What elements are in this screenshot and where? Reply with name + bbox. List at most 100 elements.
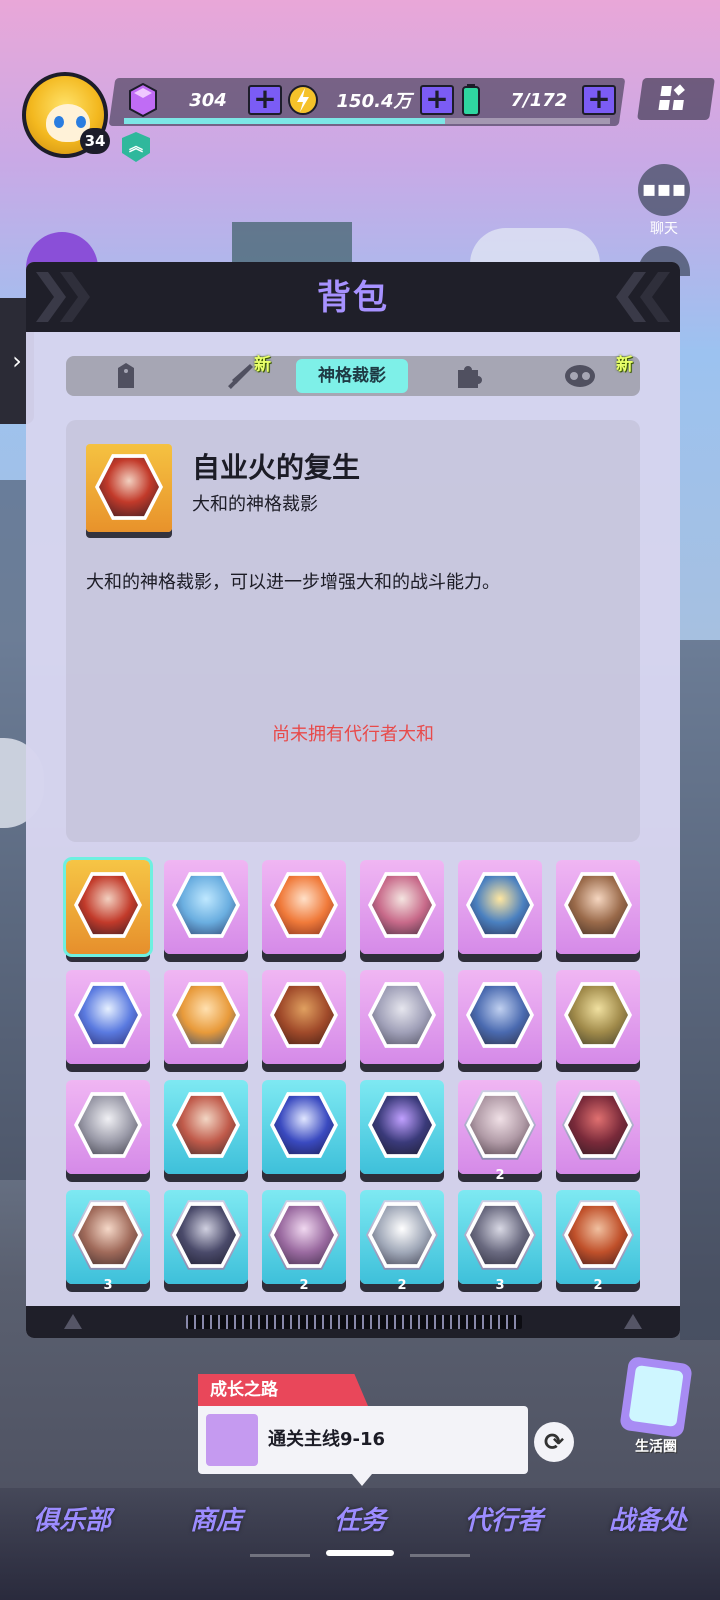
home-indicator[interactable]	[326, 1550, 394, 1556]
item-card[interactable]	[556, 970, 640, 1064]
scroll-indicator[interactable]	[186, 1315, 522, 1329]
top-hud: 34 ︽ 304 + 150.4万 + 7/172 +	[0, 0, 720, 180]
add-energy-button[interactable]: +	[582, 85, 616, 115]
item-description: 大和的神格裁影，可以进一步增强大和的战斗能力。	[86, 572, 500, 593]
panel-header: 背包	[26, 262, 680, 332]
nav-divider	[410, 1554, 470, 1557]
warning-triangle-icon	[624, 1314, 642, 1329]
ownership-warning: 尚未拥有代行者大和	[272, 724, 434, 745]
item-type: 大和的神格裁影	[192, 494, 318, 515]
item-card[interactable]	[360, 860, 444, 954]
add-coins-button[interactable]: +	[420, 85, 454, 115]
energy-counter: 7/172 +	[456, 82, 616, 118]
item-count: 2	[495, 1168, 505, 1183]
item-card[interactable]	[164, 1190, 248, 1284]
item-card[interactable]	[458, 860, 542, 954]
background-building	[0, 480, 26, 1180]
xp-bar	[124, 118, 610, 124]
menu-grid-icon	[660, 86, 672, 96]
item-card[interactable]	[63, 857, 153, 957]
coin-value: 150.4万	[336, 91, 412, 112]
item-name: 自业火的复生	[192, 451, 361, 484]
item-card[interactable]: 2	[360, 1190, 444, 1293]
coin-bolt-icon	[288, 85, 318, 115]
background-building	[680, 640, 720, 1340]
chat-label: 聊天	[650, 221, 678, 237]
item-card[interactable]	[458, 970, 542, 1064]
item-detail-card: 自业火的复生 大和的神格裁影 大和的神格裁影，可以进一步增强大和的战斗能力。 尚…	[66, 420, 640, 842]
item-card[interactable]: 2	[556, 1190, 640, 1293]
avatar-eye	[54, 116, 64, 128]
tab-divine-shadow[interactable]: 神格裁影	[296, 359, 408, 393]
nav-agents[interactable]: 代行者	[432, 1500, 576, 1537]
menu-grid-icon	[658, 100, 670, 110]
category-tabbar: 新 神格裁影 新	[66, 355, 640, 396]
new-badge: 新	[254, 355, 271, 375]
energy-battery-icon	[462, 84, 480, 116]
item-card[interactable]	[164, 1080, 248, 1174]
item-card[interactable]: 2	[262, 1190, 346, 1293]
item-card[interactable]	[262, 970, 346, 1064]
life-circle-button[interactable]	[619, 1355, 693, 1439]
energy-value: 7/172	[510, 89, 568, 111]
phone-face-icon	[628, 1364, 684, 1428]
panel-title: 背包	[317, 278, 389, 318]
item-count: 2	[299, 1278, 309, 1293]
gem-value: 304	[189, 89, 227, 111]
quest-robot-icon	[206, 1414, 258, 1466]
item-card[interactable]	[262, 860, 346, 954]
player-level: 34	[80, 128, 110, 154]
item-card[interactable]	[164, 970, 248, 1064]
refresh-quest-button[interactable]: ⟳	[534, 1422, 574, 1462]
tab-weapons[interactable]: 新	[218, 355, 271, 396]
quest-task: 通关主线9-16	[268, 1429, 386, 1450]
item-card[interactable]: 2	[458, 1080, 542, 1183]
rank-chevron-icon[interactable]: ︽	[122, 132, 150, 162]
sword-icon	[228, 364, 253, 389]
tab-tickets[interactable]	[106, 356, 146, 396]
add-gems-button[interactable]: +	[248, 85, 282, 115]
nav-club[interactable]: 俱乐部	[0, 1500, 144, 1537]
xp-bar-fill	[124, 118, 445, 124]
mask-icon	[565, 365, 595, 387]
chat-button[interactable]: ▪▪▪	[638, 164, 690, 216]
item-card[interactable]	[66, 970, 150, 1064]
item-card[interactable]	[164, 860, 248, 954]
item-card[interactable]	[556, 1080, 640, 1174]
selected-item-icon	[86, 444, 172, 532]
chevron-right-icon: ›	[12, 347, 22, 375]
quest-pointer	[352, 1474, 372, 1486]
item-card[interactable]	[556, 860, 640, 954]
item-card[interactable]	[66, 1080, 150, 1174]
menu-grid-icon	[672, 100, 684, 110]
quest-card[interactable]: 通关主线9-16	[198, 1406, 528, 1474]
refresh-icon: ⟳	[543, 1428, 565, 1456]
puzzle-piece-icon	[458, 366, 482, 388]
item-count: 3	[103, 1278, 113, 1293]
nav-tasks[interactable]: 任务	[288, 1500, 432, 1537]
gem-icon	[129, 83, 157, 117]
main-menu-button[interactable]	[637, 78, 715, 120]
item-card[interactable]: 3	[458, 1190, 542, 1293]
nav-armory[interactable]: 战备处	[576, 1500, 720, 1537]
ticket-tag-icon	[118, 363, 134, 388]
life-circle-label: 生活圈	[635, 1439, 677, 1455]
avatar-eye	[76, 116, 86, 128]
tab-materials[interactable]	[448, 356, 488, 396]
item-card[interactable]	[360, 1080, 444, 1174]
backpack-panel: 背包 新 神格裁影 新 自业火的复生 大和的神格裁影 大和的神格裁影，可以进一步…	[26, 262, 680, 1338]
chat-bubble-icon: ▪▪▪	[641, 177, 687, 202]
item-count: 2	[397, 1278, 407, 1293]
quest-category: 成长之路	[198, 1374, 368, 1406]
item-count: 3	[495, 1278, 505, 1293]
menu-diamond-icon	[673, 84, 685, 96]
item-card[interactable]	[262, 1080, 346, 1174]
tab-appearance[interactable]: 新	[560, 355, 633, 396]
item-count: 2	[593, 1278, 603, 1293]
nav-shop[interactable]: 商店	[144, 1500, 288, 1537]
background-billboard	[232, 222, 352, 262]
background-dome	[470, 228, 600, 264]
new-badge: 新	[616, 355, 633, 375]
item-card[interactable]: 3	[66, 1190, 150, 1293]
item-card[interactable]	[360, 970, 444, 1064]
